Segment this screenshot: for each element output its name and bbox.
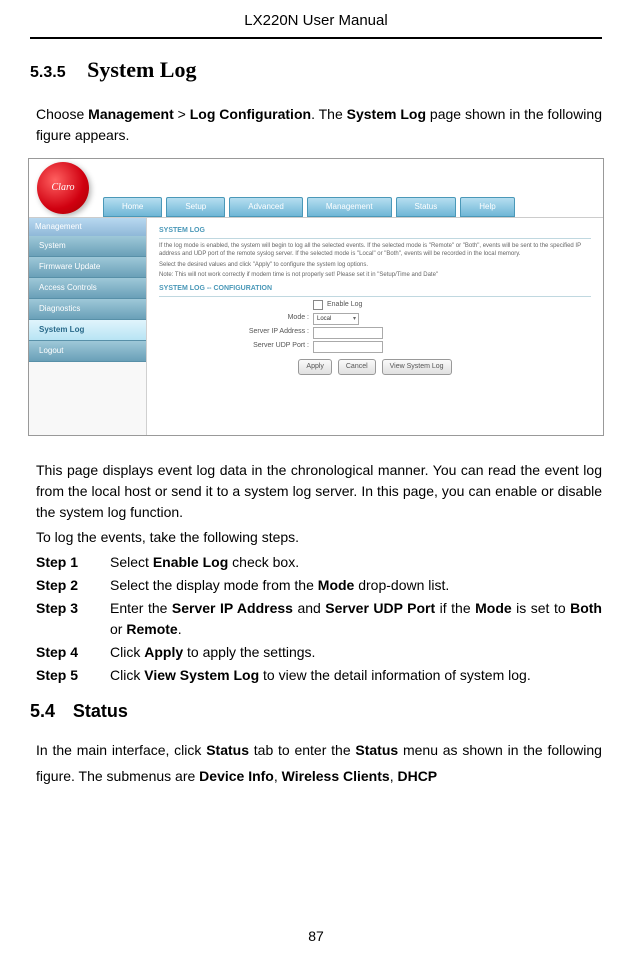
serverip-label: Server IP Address : xyxy=(159,327,309,338)
nav-tab-status[interactable]: Status xyxy=(396,197,457,217)
sidebar-item-logout[interactable]: Logout xyxy=(29,341,146,362)
screenshot: Claro Home Setup Advanced Management Sta… xyxy=(28,158,604,436)
sidebar-item-diagnostics[interactable]: Diagnostics xyxy=(29,299,146,320)
screenshot-sidebar: Management System Firmware Update Access… xyxy=(29,218,147,435)
nav-tab-management[interactable]: Management xyxy=(307,197,392,217)
enable-log-checkbox[interactable] xyxy=(313,300,323,310)
page-number: 87 xyxy=(0,926,632,947)
step-2: Step 2 Select the display mode from the … xyxy=(36,575,602,596)
nav-tab-help[interactable]: Help xyxy=(460,197,514,217)
serverip-input[interactable] xyxy=(313,327,383,339)
apply-button[interactable]: Apply xyxy=(298,359,332,376)
panel1-line2: Select the desired values and click "App… xyxy=(159,261,591,269)
nav-tab-home[interactable]: Home xyxy=(103,197,162,217)
panel-systemlog-title: SYSTEM LOG xyxy=(159,226,591,240)
sidebar-item-systemlog[interactable]: System Log xyxy=(29,320,146,341)
steps-list: Step 1 Select Enable Log check box. Step… xyxy=(36,552,602,686)
button-row: Apply Cancel View System Log xyxy=(159,359,591,376)
sidebar-item-system[interactable]: System xyxy=(29,236,146,257)
panel-config-title: SYSTEM LOG -- CONFIGURATION xyxy=(159,284,591,298)
enable-log-text: Enable Log xyxy=(327,300,362,311)
intro-paragraph: Choose Management > Log Configuration. T… xyxy=(36,104,602,146)
sidebar-item-firmware[interactable]: Firmware Update xyxy=(29,257,146,278)
description-paragraph: This page displays event log data in the… xyxy=(36,460,602,523)
step-3: Step 3 Enter the Server IP Address and S… xyxy=(36,598,602,640)
section-5-4-heading: 5.4 Status xyxy=(30,698,602,725)
steps-intro: To log the events, take the following st… xyxy=(36,527,602,548)
mode-select[interactable]: Local xyxy=(313,313,359,325)
panel1-line3: Note: This will not work correctly if mo… xyxy=(159,271,591,279)
cancel-button[interactable]: Cancel xyxy=(338,359,376,376)
section-title: System Log xyxy=(87,57,196,82)
screenshot-nav: Home Setup Advanced Management Status He… xyxy=(99,195,515,217)
nav-tab-advanced[interactable]: Advanced xyxy=(229,197,303,217)
mode-label: Mode : xyxy=(159,313,309,324)
sidebar-header: Management xyxy=(29,218,146,236)
screenshot-main: SYSTEM LOG If the log mode is enabled, t… xyxy=(147,218,603,435)
panel1-line1: If the log mode is enabled, the system w… xyxy=(159,242,591,259)
step-4: Step 4 Click Apply to apply the settings… xyxy=(36,642,602,663)
screenshot-topbar: Claro Home Setup Advanced Management Sta… xyxy=(29,159,603,217)
section-number: 5.3.5 xyxy=(30,64,66,81)
section-5-4-number: 5.4 xyxy=(30,701,55,721)
section-5-4-title: Status xyxy=(73,701,128,721)
status-intro-paragraph: In the main interface, click Status tab … xyxy=(36,737,602,790)
serverport-input[interactable] xyxy=(313,341,383,353)
screenshot-body: Management System Firmware Update Access… xyxy=(29,217,603,435)
sidebar-item-access[interactable]: Access Controls xyxy=(29,278,146,299)
viewlog-button[interactable]: View System Log xyxy=(382,359,452,376)
serverport-label: Server UDP Port : xyxy=(159,341,309,352)
claro-logo: Claro xyxy=(37,162,89,214)
step-1: Step 1 Select Enable Log check box. xyxy=(36,552,602,573)
document-header: LX220N User Manual xyxy=(30,10,602,39)
section-heading: 5.3.5 System Log xyxy=(30,53,602,86)
nav-tab-setup[interactable]: Setup xyxy=(166,197,225,217)
step-5: Step 5 Click View System Log to view the… xyxy=(36,665,602,686)
